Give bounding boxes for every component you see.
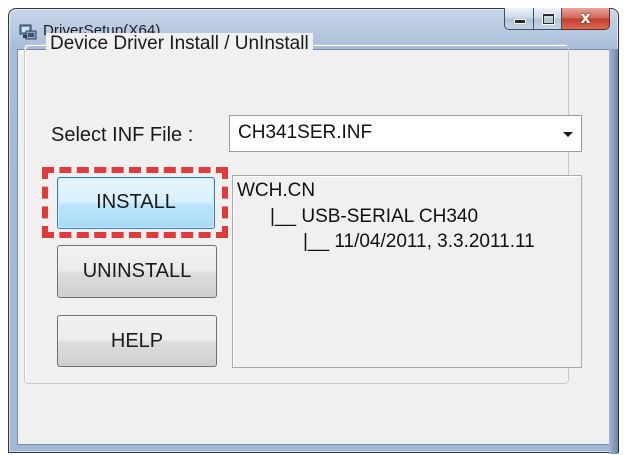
maximize-button[interactable] bbox=[534, 8, 562, 30]
minimize-button[interactable] bbox=[504, 8, 534, 30]
minimize-icon bbox=[515, 20, 525, 23]
driver-version-text: |__ 11/04/2011, 3.3.2011.11 bbox=[303, 231, 535, 252]
driver-vendor-text: WCH.CN bbox=[237, 180, 316, 201]
help-button[interactable]: HELP bbox=[57, 315, 217, 367]
driver-info-panel bbox=[232, 175, 582, 368]
inf-file-value: CH341SER.INF bbox=[238, 122, 373, 143]
help-button-label: HELP bbox=[110, 330, 164, 352]
inf-file-label: Select INF File : bbox=[51, 124, 194, 146]
driver-device-text: |__ USB-SERIAL CH340 bbox=[270, 206, 479, 227]
driver-setup-icon bbox=[19, 24, 37, 40]
inf-file-select[interactable]: CH341SER.INF bbox=[229, 115, 582, 152]
install-highlight-frame bbox=[42, 167, 228, 238]
close-button[interactable]: x bbox=[562, 8, 610, 30]
groupbox-title: Device Driver Install / UnInstall bbox=[46, 33, 313, 55]
window-frame-edge bbox=[609, 49, 618, 454]
maximize-icon bbox=[543, 14, 554, 24]
uninstall-button-label: UNINSTALL bbox=[82, 260, 192, 282]
uninstall-button[interactable]: UNINSTALL bbox=[57, 245, 217, 298]
caption-buttons: x bbox=[504, 8, 610, 32]
close-icon: x bbox=[580, 8, 591, 27]
chevron-down-icon[interactable] bbox=[563, 132, 573, 137]
